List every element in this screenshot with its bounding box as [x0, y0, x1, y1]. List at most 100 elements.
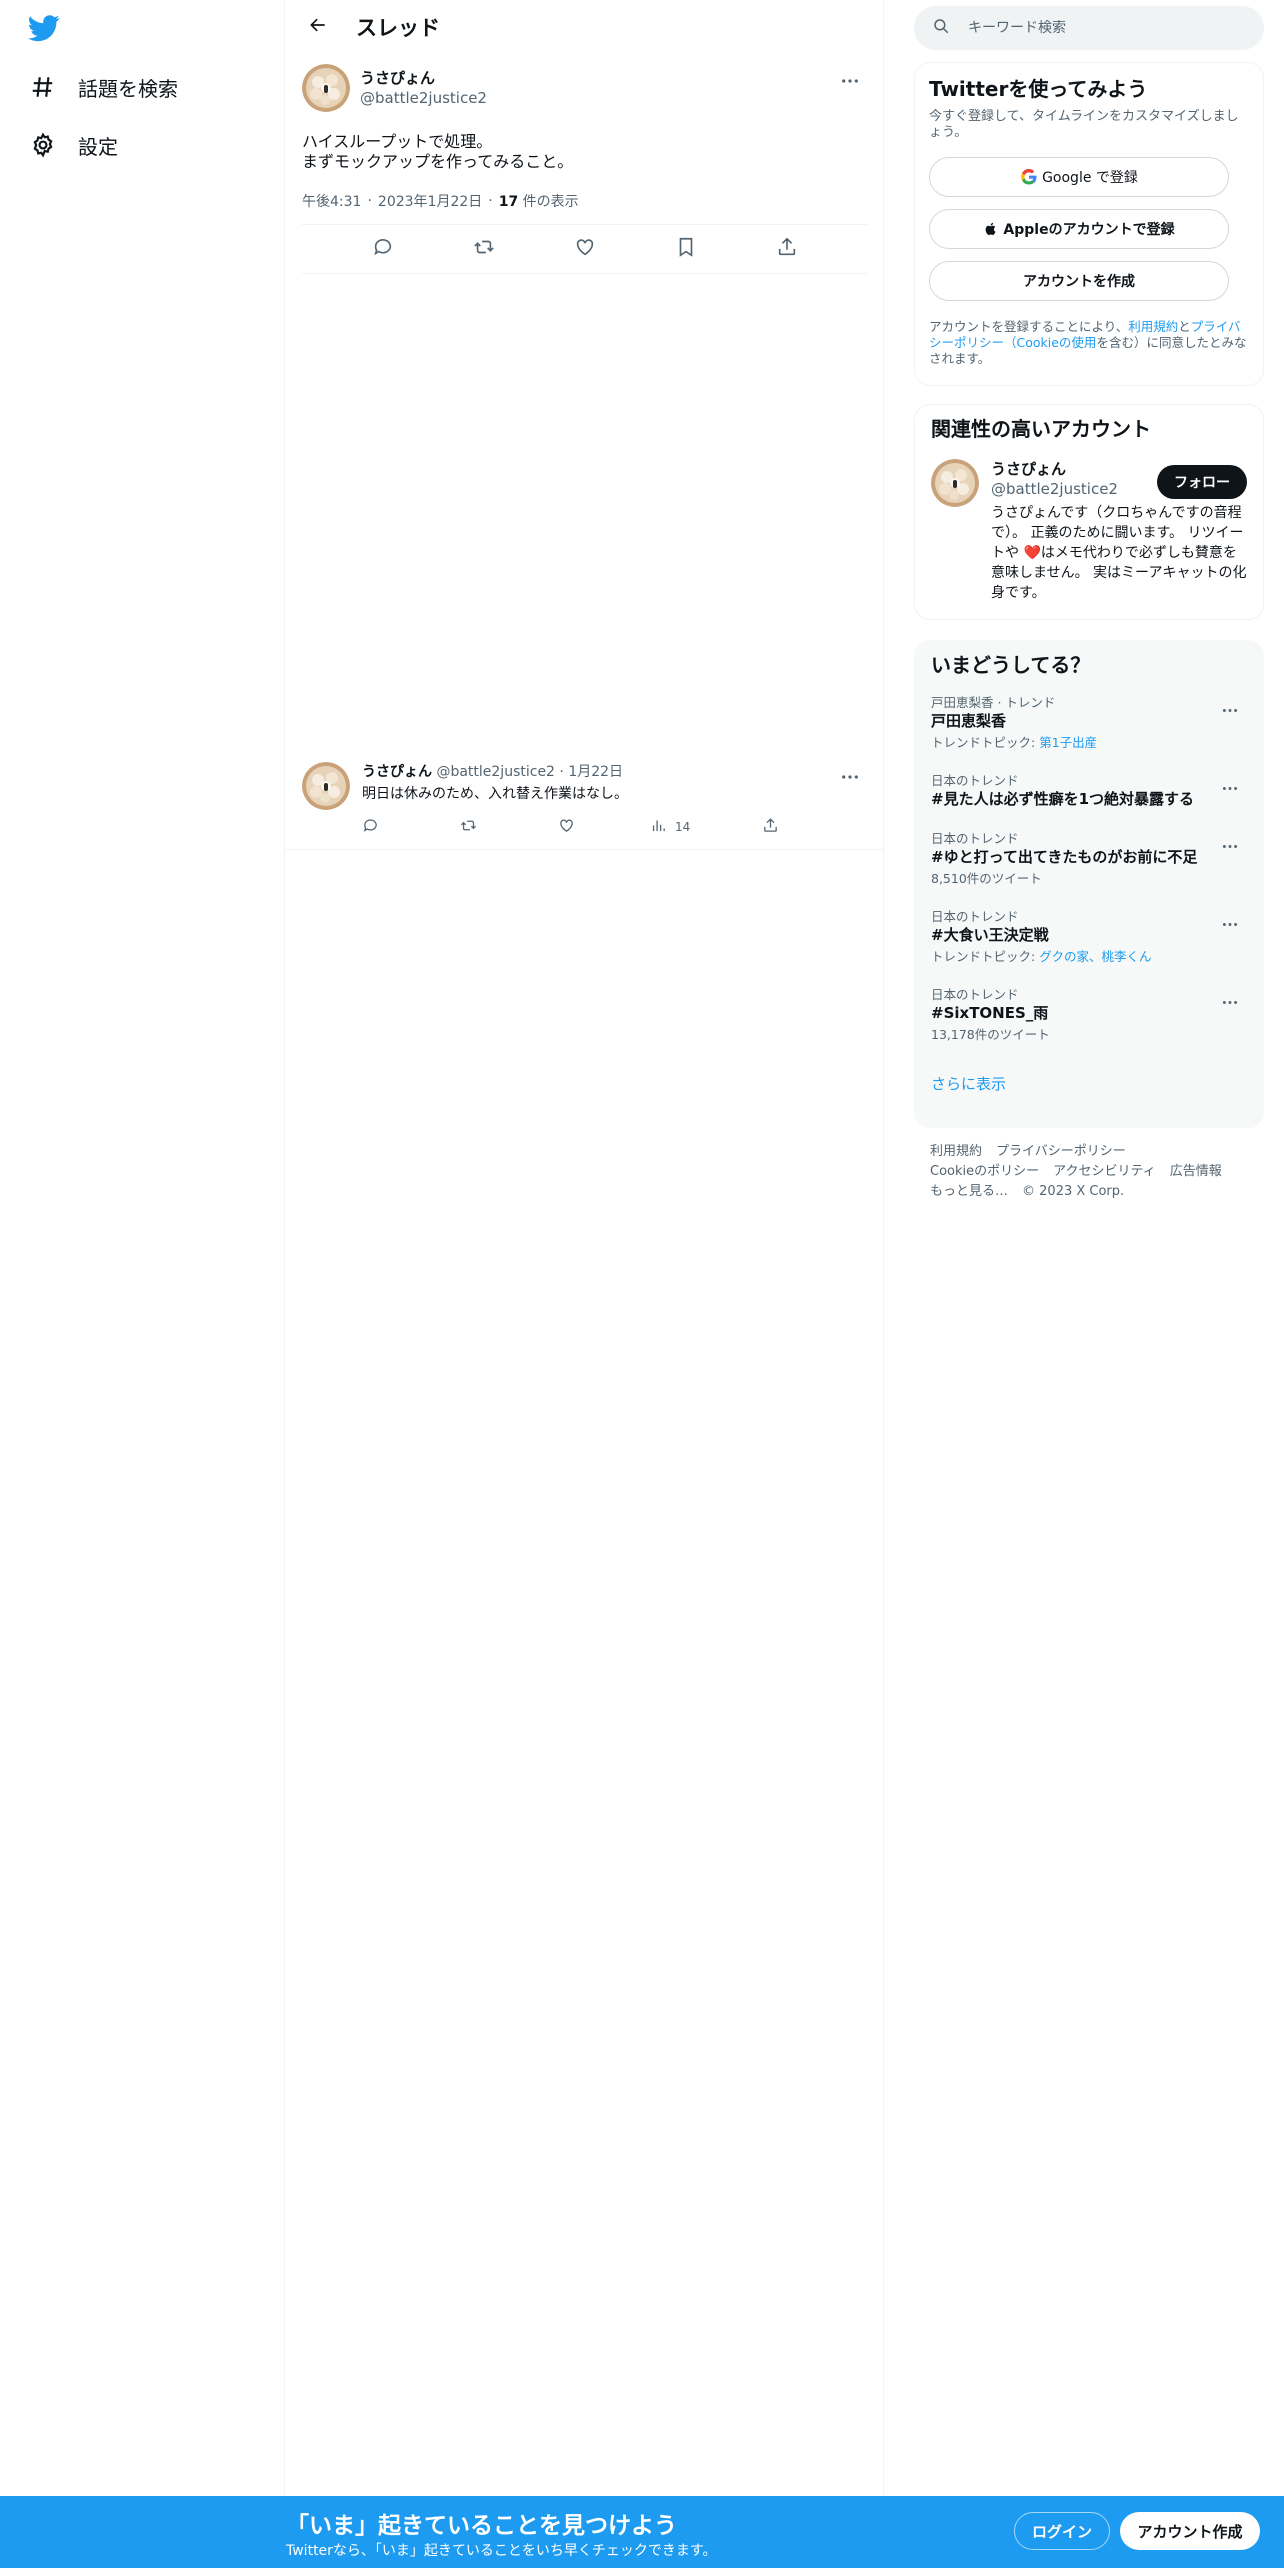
show-more-link[interactable]: さらに表示 — [931, 1073, 1006, 1094]
reply-icon — [372, 236, 394, 262]
bottom-bar-title: 「いま」起きていることを見つけよう — [286, 2513, 677, 2539]
signup-legal-text: アカウントを登録することにより、利用規約とプライバシーポリシー（Cookieの使… — [929, 319, 1249, 367]
terms-link[interactable]: 利用規約 — [1128, 319, 1178, 334]
related-account[interactable]: うさぴょん @battle2justice2 うさぴょんです（クロちゃんですの音… — [931, 459, 1247, 603]
tweet-time[interactable]: 午後4:31 — [302, 191, 361, 211]
reply-date[interactable]: 1月22日 — [568, 764, 623, 780]
heart-icon — [574, 236, 596, 262]
heart-emoji-icon: ❤️ — [1023, 545, 1041, 561]
reply-button[interactable] — [362, 817, 460, 837]
avatar[interactable] — [302, 64, 350, 112]
trend-topic-link[interactable]: グクの家、桃李くん — [1039, 949, 1151, 964]
trend-item[interactable]: 戸田恵梨香 · トレンド 戸田恵梨香 トレンドトピック: 第1子出産 — [931, 695, 1247, 751]
more-button[interactable] — [833, 762, 867, 786]
trend-sub: トレンドトピック: グクの家、桃李くん — [931, 949, 1247, 965]
search-input[interactable] — [968, 20, 1228, 36]
retweet-button[interactable] — [467, 232, 501, 266]
views-count: 17 — [498, 194, 519, 210]
trend-item[interactable]: 日本のトレンド #見た人は必ず性癖を1つ絶対暴露する — [931, 773, 1247, 809]
trend-item[interactable]: 日本のトレンド #ゆと打って出てきたものがお前に不足 8,510件のツイート — [931, 831, 1247, 887]
tweet-text-line: ハイスループットで処理。 — [302, 132, 493, 151]
trend-name: 戸田恵梨香 — [931, 712, 1007, 730]
nav-item-settings[interactable]: 設定 — [28, 117, 118, 173]
reply-button[interactable] — [366, 232, 400, 266]
more-button[interactable] — [1213, 987, 1247, 1011]
main-column: スレッド うさぴょん @battle2justice2 ハイスループットで処理。… — [286, 0, 884, 2496]
thread-header: スレッド — [286, 0, 883, 54]
more-button[interactable] — [1213, 773, 1247, 797]
reply-author-name[interactable]: うさぴょん — [362, 764, 432, 780]
legal-text: と — [1178, 319, 1191, 334]
trends-title: いまどうしてる？ — [931, 653, 1091, 677]
avatar[interactable] — [931, 459, 979, 507]
trend-sub: トレンドトピック: 第1子出産 — [931, 735, 1247, 751]
reply-author-handle[interactable]: @battle2justice2 — [436, 764, 555, 780]
apple-signup-button[interactable]: Appleのアカウントで登録 — [929, 209, 1229, 249]
trend-name: #見た人は必ず性癖を1つ絶対暴露する — [931, 790, 1195, 808]
apple-signup-label: Appleのアカウントで登録 — [1003, 222, 1175, 238]
trend-context: 日本のトレンド — [931, 987, 1019, 1002]
create-account-button[interactable]: アカウントを作成 — [929, 261, 1229, 301]
nav-item-explore[interactable]: 話題を検索 — [28, 59, 178, 115]
apple-icon — [983, 221, 999, 237]
google-signup-button[interactable]: Google で登録 — [929, 157, 1229, 197]
share-icon — [762, 817, 779, 837]
footer-link[interactable]: 利用規約 — [930, 1144, 982, 1159]
trend-context: 戸田恵梨香 · トレンド — [931, 695, 1056, 710]
footer-link[interactable]: もっと見る… — [930, 1184, 1008, 1199]
nav-item-label: 設定 — [78, 134, 118, 159]
trend-context: 日本のトレンド — [931, 831, 1019, 846]
copyright: © 2023 X Corp. — [1022, 1184, 1125, 1199]
analytics-icon — [650, 817, 667, 837]
footer-link[interactable]: プライバシーポリシー — [996, 1144, 1126, 1159]
follow-button[interactable]: フォロー — [1157, 465, 1247, 499]
more-dots-icon — [1222, 776, 1238, 795]
author-handle[interactable]: @battle2justice2 — [360, 88, 487, 108]
signup-subtitle: 今すぐ登録して、タイムラインをカスタマイズしましょう。 — [929, 109, 1239, 140]
left-nav: 話題を検索 設定 — [0, 0, 285, 2496]
share-button[interactable] — [762, 817, 779, 837]
search-bar[interactable] — [914, 6, 1264, 50]
author-name[interactable]: うさぴょん — [360, 68, 487, 88]
trend-tweet-count: 13,178件のツイート — [931, 1027, 1050, 1042]
retweet-button[interactable] — [460, 817, 558, 837]
footer-link[interactable]: アクセシビリティ — [1053, 1164, 1156, 1179]
arrow-left-icon — [308, 15, 328, 39]
more-button[interactable] — [833, 66, 867, 90]
trend-item[interactable]: 日本のトレンド #SixTONES_雨 13,178件のツイート — [931, 987, 1247, 1043]
retweet-icon — [460, 817, 477, 837]
tweet-date[interactable]: 2023年1月22日 — [378, 191, 482, 211]
legal-text: アカウントを登録することにより、 — [929, 319, 1129, 334]
like-button[interactable] — [558, 817, 650, 837]
more-button[interactable] — [1213, 695, 1247, 719]
bookmark-button[interactable] — [669, 232, 703, 266]
trend-name: #SixTONES_雨 — [931, 1004, 1049, 1022]
share-button[interactable] — [770, 232, 804, 266]
footer-links: 利用規約 プライバシーポリシー Cookieのポリシー アクセシビリティ 広告情報 も… — [930, 1142, 1250, 1202]
footer-link[interactable]: Cookieのポリシー — [930, 1164, 1039, 1179]
more-dots-icon — [841, 69, 859, 88]
related-bio: うさぴょんです（クロちゃんですの音程で）。 正義のために闘います。 リツイートや… — [991, 503, 1247, 603]
trend-item[interactable]: 日本のトレンド #大食い王決定戦 トレンドトピック: グクの家、桃李くん — [931, 909, 1247, 965]
back-button[interactable] — [300, 9, 336, 45]
login-button[interactable]: ログイン — [1014, 2512, 1110, 2550]
share-icon — [776, 236, 798, 262]
reply-tweet[interactable]: うさぴょん @battle2justice2 · 1月22日 明日は休みのため、… — [286, 752, 883, 850]
tweet-meta: 午後4:31 · 2023年1月22日 · 17 件の表示 — [302, 191, 579, 211]
trend-context: 日本のトレンド — [931, 909, 1019, 924]
heart-icon — [558, 817, 575, 837]
footer-link[interactable]: 広告情報 — [1170, 1164, 1222, 1179]
views-button[interactable]: 14 — [650, 817, 762, 837]
twitter-logo-icon[interactable] — [27, 12, 60, 44]
more-button[interactable] — [1213, 909, 1247, 933]
signup-button[interactable]: アカウント作成 — [1120, 2512, 1260, 2550]
tweet-text-line: まずモックアップを作ってみること。 — [302, 152, 574, 171]
reply-actions: 14 — [362, 816, 867, 838]
avatar[interactable] — [302, 762, 350, 810]
related-accounts-card: 関連性の高いアカウント うさぴょん @battle2justice2 うさぴょん… — [914, 404, 1264, 620]
trend-topic-link[interactable]: 第1子出産 — [1039, 735, 1097, 750]
more-button[interactable] — [1213, 831, 1247, 855]
like-button[interactable] — [568, 232, 602, 266]
signup-card: Twitterを使ってみよう 今すぐ登録して、タイムラインをカスタマイズしましょ… — [914, 62, 1264, 386]
trend-name: #ゆと打って出てきたものがお前に不足 — [931, 848, 1198, 866]
